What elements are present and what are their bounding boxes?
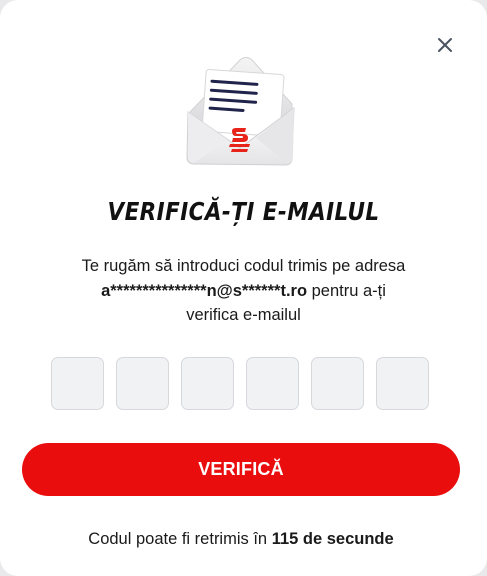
- verify-button[interactable]: VERIFICĂ: [22, 443, 460, 496]
- resend-timer-text: Codul poate fi retrimis în 115 de secund…: [0, 530, 482, 549]
- verification-code-inputs: [51, 357, 431, 412]
- code-digit-input-4[interactable]: [246, 357, 299, 410]
- resend-countdown: 115 de secunde: [271, 530, 394, 548]
- instructions-line-3: verifica e-mailul: [186, 306, 301, 324]
- code-digit-input-3[interactable]: [181, 357, 234, 410]
- code-digit-input-5[interactable]: [311, 357, 364, 410]
- close-icon: [438, 38, 452, 52]
- instructions-line-1: Te rugăm să introduci codul trimis pe ad…: [81, 257, 406, 275]
- verify-email-dialog: VERIFICĂ-ȚI E-MAILUL Te rugăm să introdu…: [0, 0, 487, 576]
- close-button[interactable]: [432, 32, 458, 58]
- instructions-text: Te rugăm să introduci codul trimis pe ad…: [30, 254, 457, 328]
- resend-prefix: Codul poate fi retrimis în: [88, 530, 272, 548]
- page-title: VERIFICĂ-ȚI E-MAILUL: [107, 197, 380, 226]
- masked-email: a***************n@s******t.ro: [101, 281, 308, 300]
- instructions-line-2: pentru a-ți: [307, 281, 386, 300]
- code-digit-input-1[interactable]: [51, 357, 104, 410]
- code-digit-input-6[interactable]: [376, 357, 429, 410]
- code-digit-input-2[interactable]: [116, 357, 169, 410]
- envelope-letter-icon: [182, 52, 298, 170]
